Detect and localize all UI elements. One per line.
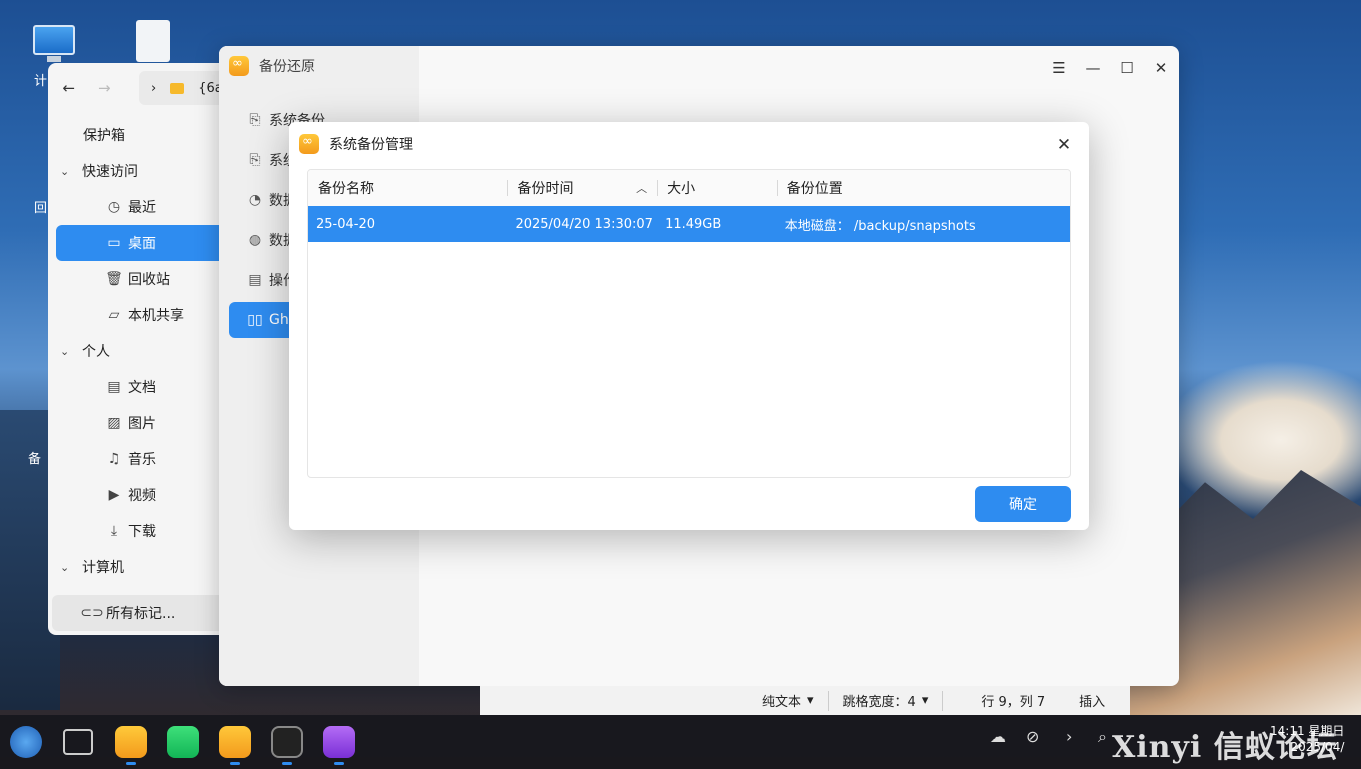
log-icon: ▤ bbox=[248, 272, 262, 288]
app-store-icon[interactable] bbox=[167, 726, 199, 758]
chevron-right-icon[interactable]: › bbox=[1066, 727, 1072, 746]
backup-table: 备份名称 备份时间 ︿ 大小 备份位置 25-04-20 2025/04/20 1… bbox=[307, 169, 1071, 478]
column-header-location[interactable]: 备份位置 bbox=[776, 170, 1070, 206]
backup-app-logo-icon bbox=[229, 56, 249, 76]
sidebar-item-documents[interactable]: ▤ 文档 bbox=[48, 369, 228, 405]
dialog-header: 系统备份管理 bbox=[299, 134, 413, 154]
music-icon: ♫ bbox=[107, 451, 121, 467]
sidebar-item-desktop[interactable]: ▭ 桌面 bbox=[56, 225, 228, 261]
running-indicator bbox=[282, 762, 292, 765]
trash-icon: 🗑 bbox=[105, 271, 123, 287]
text-mode-selector[interactable]: 纯文本 ▾ bbox=[748, 686, 828, 715]
backup-app-dock-icon[interactable] bbox=[219, 726, 251, 758]
sidebar-item-shared[interactable]: ▱ 本机共享 bbox=[48, 297, 228, 333]
folder-icon bbox=[170, 82, 185, 94]
caret-down-icon: ▾ bbox=[921, 693, 929, 708]
video-icon: ▶ bbox=[108, 487, 120, 503]
column-header-size[interactable]: 大小 bbox=[657, 170, 777, 206]
cell-location: 本地磁盘： /backup/snapshots bbox=[784, 218, 976, 234]
sidebar-item-downloads[interactable]: ⤓ 下载 bbox=[48, 513, 228, 549]
desktop-icon-label: 计 bbox=[34, 74, 48, 89]
column-header-name[interactable]: 备份名称 bbox=[308, 170, 507, 206]
data-restore-icon: ◍ bbox=[248, 232, 262, 248]
chevron-down-icon: ⌄ bbox=[60, 344, 70, 358]
sidebar-item-recent[interactable]: ◷ 最近 bbox=[48, 189, 228, 225]
close-icon[interactable]: ✕ bbox=[1151, 56, 1171, 80]
download-icon: ⤓ bbox=[110, 523, 118, 539]
minimize-icon[interactable]: — bbox=[1083, 56, 1103, 80]
backup-icon: ⎘ bbox=[249, 112, 261, 128]
sidebar-item-music[interactable]: ♫ 音乐 bbox=[48, 441, 228, 477]
sidebar-item-trash[interactable]: 🗑 回收站 bbox=[48, 261, 228, 297]
backup-app-logo-icon bbox=[299, 134, 319, 154]
chevron-down-icon: ⌄ bbox=[60, 560, 70, 574]
forward-arrow-icon[interactable]: → bbox=[96, 79, 114, 97]
insert-mode: 插入 bbox=[1079, 695, 1106, 710]
app-title: 备份还原 bbox=[259, 59, 315, 75]
network-off-icon[interactable]: ⊘ bbox=[1026, 727, 1039, 746]
running-indicator bbox=[334, 762, 344, 765]
sidebar-group-quick-access[interactable]: ⌄ 快速访问 bbox=[48, 153, 228, 189]
file-manager-toolbar: ← → › {6a bbox=[48, 63, 228, 113]
cloud-icon[interactable]: ☁ bbox=[990, 727, 1006, 746]
folder-icon: ▱ bbox=[108, 307, 120, 323]
image-icon: ▨ bbox=[107, 415, 121, 431]
launcher-icon[interactable] bbox=[10, 726, 42, 758]
dialog-title: 系统备份管理 bbox=[329, 137, 413, 153]
path-bar[interactable]: › {6a bbox=[139, 71, 228, 105]
file-manager-window: ← → › {6a 保护箱 ⌄ 快速访问 ◷ 最近 ▭ 桌面 🗑 回收站 ▱ 本机共享 … bbox=[48, 63, 228, 635]
document-desktop-icon[interactable] bbox=[136, 20, 170, 62]
sidebar-item-videos[interactable]: ▶ 视频 bbox=[48, 477, 228, 513]
running-indicator bbox=[230, 762, 240, 765]
cell-name: 25-04-20 bbox=[316, 216, 376, 232]
computer-desktop-icon[interactable] bbox=[33, 25, 75, 62]
pie-chart-icon: ◔ bbox=[248, 192, 262, 208]
all-tags-item[interactable]: ⊂⊃ 所有标记... bbox=[52, 595, 228, 631]
ghost-icon: ▯▯ bbox=[247, 312, 263, 328]
column-header-time[interactable]: 备份时间 ︿ bbox=[507, 170, 657, 206]
chevron-down-icon: ⌄ bbox=[60, 164, 70, 178]
sidebar-group-computer[interactable]: ⌄ 计算机 bbox=[48, 549, 228, 585]
chevron-right-icon: › bbox=[151, 80, 157, 96]
clock-icon: ◷ bbox=[107, 199, 121, 215]
table-row[interactable]: 25-04-20 2025/04/20 13:30:07 11.49GB 本地磁… bbox=[308, 206, 1070, 242]
maximize-icon[interactable]: ☐ bbox=[1117, 56, 1137, 80]
document-icon: ▤ bbox=[107, 379, 121, 395]
sidebar-item-vault[interactable]: 保护箱 bbox=[48, 117, 228, 153]
desktop-icon-label: 备 bbox=[28, 452, 42, 467]
text-editor-icon[interactable] bbox=[323, 726, 355, 758]
caret-down-icon: ▾ bbox=[807, 693, 814, 708]
tag-icon: ⊂⊃ bbox=[80, 605, 104, 621]
desktop-icon-label: 回 bbox=[34, 201, 48, 216]
restore-icon: ⎘ bbox=[249, 152, 261, 168]
tab-width-selector[interactable]: 跳格宽度：4 ▾ bbox=[829, 686, 943, 715]
table-header: 备份名称 备份时间 ︿ 大小 备份位置 bbox=[308, 170, 1070, 206]
cursor-position: 行 9，列 7 bbox=[981, 695, 1046, 710]
watermark: Xinyi 信蚁论坛 bbox=[1112, 730, 1338, 765]
multitask-view-icon[interactable] bbox=[63, 729, 93, 755]
cell-size: 11.49GB bbox=[665, 216, 722, 232]
desktop-icon: ▭ bbox=[107, 235, 121, 251]
back-arrow-icon[interactable]: ← bbox=[60, 79, 78, 97]
sidebar-item-pictures[interactable]: ▨ 图片 bbox=[48, 405, 228, 441]
window-controls: ☰ — ☐ ✕ bbox=[1049, 56, 1171, 80]
backup-management-dialog: 系统备份管理 ✕ 备份名称 备份时间︿ 大小 备份位置 25-04-20 202… bbox=[289, 122, 1089, 530]
close-icon[interactable]: ✕ bbox=[1053, 134, 1075, 156]
running-indicator bbox=[126, 762, 136, 765]
editor-status-bar: 纯文本 ▾ 跳格宽度：4 ▾ 行 9，列 7 插入 bbox=[480, 686, 1130, 715]
menu-icon[interactable]: ☰ bbox=[1049, 56, 1069, 80]
ok-button[interactable]: 确定 bbox=[975, 486, 1071, 522]
sidebar-group-personal[interactable]: ⌄ 个人 bbox=[48, 333, 228, 369]
sort-ascending-icon: ︿ bbox=[636, 182, 648, 195]
search-icon[interactable]: ⌕ bbox=[1098, 727, 1107, 747]
file-manager-dock-icon[interactable] bbox=[115, 726, 147, 758]
terminal-icon[interactable] bbox=[271, 726, 303, 758]
app-title-bar: 备份还原 bbox=[229, 56, 315, 76]
cell-time: 2025/04/20 13:30:07 bbox=[515, 216, 653, 232]
file-manager-sidebar: 保护箱 ⌄ 快速访问 ◷ 最近 ▭ 桌面 🗑 回收站 ▱ 本机共享 ⌄ 个人 ▤ 文档 ▨… bbox=[48, 113, 228, 585]
